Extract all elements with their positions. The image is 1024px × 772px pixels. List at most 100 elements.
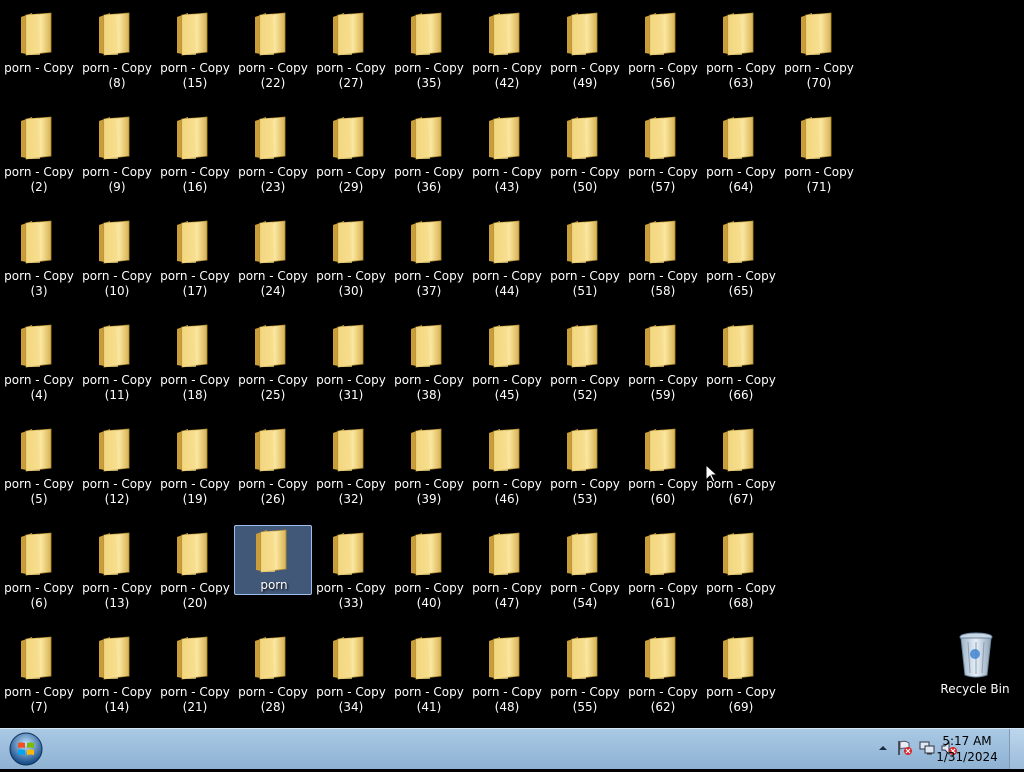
folder-icon — [177, 324, 208, 368]
folder-shortcut[interactable]: porn - Copy (35) — [390, 3, 468, 103]
folder-icon — [567, 636, 598, 680]
folder-label: porn - Copy (56) — [628, 61, 698, 90]
folder-shortcut[interactable]: porn - Copy (54) — [546, 523, 624, 623]
folder-shortcut[interactable]: porn - Copy (36) — [390, 107, 468, 207]
show-desktop-button[interactable] — [1009, 729, 1024, 769]
folder-shortcut[interactable]: porn - Copy (23) — [234, 107, 312, 207]
folder-shortcut[interactable]: porn - Copy (8) — [78, 3, 156, 103]
folder-shortcut[interactable]: porn - Copy (9) — [78, 107, 156, 207]
folder-shortcut[interactable]: porn - Copy (64) — [702, 107, 780, 207]
folder-shortcut[interactable]: porn - Copy (21) — [156, 627, 234, 727]
folder-shortcut[interactable]: porn - Copy (17) — [156, 211, 234, 311]
folder-shortcut[interactable]: porn - Copy (31) — [312, 315, 390, 415]
folder-shortcut[interactable]: porn - Copy (14) — [78, 627, 156, 727]
folder-icon — [21, 116, 52, 160]
folder-label: porn - Copy (33) — [316, 581, 386, 610]
folder-shortcut[interactable]: porn - Copy (43) — [468, 107, 546, 207]
folder-shortcut-selected[interactable]: porn — [234, 525, 312, 595]
folder-shortcut[interactable]: porn - Copy (34) — [312, 627, 390, 727]
mouse-cursor-icon — [706, 465, 718, 483]
folder-shortcut[interactable]: porn - Copy (66) — [702, 315, 780, 415]
folder-shortcut[interactable]: porn - Copy (58) — [624, 211, 702, 311]
folder-shortcut[interactable]: porn - Copy (32) — [312, 419, 390, 519]
folder-icon — [489, 532, 520, 576]
folder-shortcut[interactable]: porn - Copy (59) — [624, 315, 702, 415]
folder-shortcut[interactable]: porn - Copy (5) — [0, 419, 78, 519]
folder-label: porn - Copy (46) — [472, 477, 542, 506]
folder-shortcut[interactable]: porn - Copy (11) — [78, 315, 156, 415]
folder-shortcut[interactable]: porn - Copy (70) — [780, 3, 858, 103]
folder-shortcut[interactable]: porn - Copy (4) — [0, 315, 78, 415]
folder-shortcut[interactable]: porn - Copy (55) — [546, 627, 624, 727]
folder-shortcut[interactable]: porn - Copy (62) — [624, 627, 702, 727]
folder-shortcut[interactable]: porn - Copy (46) — [468, 419, 546, 519]
folder-icon — [723, 324, 754, 368]
action-center-flag-icon[interactable] — [896, 739, 914, 757]
folder-shortcut[interactable]: porn - Copy (19) — [156, 419, 234, 519]
folder-shortcut[interactable]: porn - Copy (28) — [234, 627, 312, 727]
folder-icon — [645, 324, 676, 368]
folder-shortcut[interactable]: porn - Copy (10) — [78, 211, 156, 311]
show-hidden-icons-arrow[interactable] — [874, 739, 892, 757]
folder-shortcut[interactable]: porn - Copy (27) — [312, 3, 390, 103]
folder-shortcut[interactable]: porn - Copy (50) — [546, 107, 624, 207]
taskbar-clock[interactable]: 5:17 AM 1/31/2024 — [932, 733, 1002, 765]
folder-shortcut[interactable]: porn - Copy (29) — [312, 107, 390, 207]
folder-shortcut[interactable]: porn - Copy (49) — [546, 3, 624, 103]
folder-shortcut[interactable]: porn - Copy (13) — [78, 523, 156, 623]
folder-shortcut[interactable]: porn - Copy (15) — [156, 3, 234, 103]
folder-label: porn - Copy (3) — [4, 269, 74, 298]
folder-shortcut[interactable]: porn - Copy (63) — [702, 3, 780, 103]
folder-shortcut[interactable]: porn - Copy — [0, 3, 78, 103]
folder-shortcut[interactable]: porn - Copy (3) — [0, 211, 78, 311]
folder-shortcut[interactable]: porn - Copy (48) — [468, 627, 546, 727]
folder-shortcut[interactable]: porn - Copy (57) — [624, 107, 702, 207]
folder-icon — [645, 12, 676, 56]
start-button[interactable] — [6, 730, 46, 768]
folder-shortcut[interactable]: porn - Copy (30) — [312, 211, 390, 311]
folder-shortcut[interactable]: porn - Copy (22) — [234, 3, 312, 103]
folder-label: porn - Copy (42) — [472, 61, 542, 90]
folder-shortcut[interactable]: porn - Copy (6) — [0, 523, 78, 623]
folder-shortcut[interactable]: porn - Copy (65) — [702, 211, 780, 311]
folder-shortcut[interactable]: porn - Copy (18) — [156, 315, 234, 415]
folder-shortcut[interactable]: porn - Copy (68) — [702, 523, 780, 623]
folder-shortcut[interactable]: porn - Copy (44) — [468, 211, 546, 311]
folder-shortcut[interactable]: porn - Copy (39) — [390, 419, 468, 519]
folder-label: porn - Copy (24) — [238, 269, 308, 298]
folder-shortcut[interactable]: porn - Copy (71) — [780, 107, 858, 207]
folder-shortcut[interactable]: porn - Copy (61) — [624, 523, 702, 623]
folder-shortcut[interactable]: porn - Copy (69) — [702, 627, 780, 727]
folder-shortcut[interactable]: porn - Copy (16) — [156, 107, 234, 207]
folder-shortcut[interactable]: porn - Copy (20) — [156, 523, 234, 623]
folder-shortcut[interactable]: porn - Copy (40) — [390, 523, 468, 623]
folder-shortcut[interactable]: porn - Copy (45) — [468, 315, 546, 415]
folder-icon — [21, 220, 52, 264]
folder-shortcut[interactable]: porn - Copy (37) — [390, 211, 468, 311]
folder-icon — [489, 324, 520, 368]
folder-shortcut[interactable]: porn - Copy (33) — [312, 523, 390, 623]
folder-shortcut[interactable]: porn - Copy (41) — [390, 627, 468, 727]
folder-icon — [333, 116, 364, 160]
folder-shortcut[interactable]: porn - Copy (60) — [624, 419, 702, 519]
recycle-bin-shortcut[interactable]: Recycle Bin — [936, 624, 1014, 704]
folder-shortcut[interactable]: porn - Copy (56) — [624, 3, 702, 103]
folder-label: porn - Copy (12) — [82, 477, 152, 506]
folder-shortcut[interactable]: porn - Copy (52) — [546, 315, 624, 415]
folder-label: porn - Copy (34) — [316, 685, 386, 714]
folder-shortcut[interactable]: porn - Copy (12) — [78, 419, 156, 519]
folder-label: porn - Copy (49) — [550, 61, 620, 90]
folder-shortcut[interactable]: porn - Copy (7) — [0, 627, 78, 727]
folder-shortcut[interactable]: porn - Copy (51) — [546, 211, 624, 311]
folder-icon — [177, 428, 208, 472]
folder-shortcut[interactable]: porn - Copy (2) — [0, 107, 78, 207]
folder-shortcut[interactable]: porn - Copy (53) — [546, 419, 624, 519]
folder-icon — [99, 428, 130, 472]
folder-shortcut[interactable]: porn - Copy (24) — [234, 211, 312, 311]
folder-shortcut[interactable]: porn - Copy (38) — [390, 315, 468, 415]
folder-shortcut[interactable]: porn - Copy (47) — [468, 523, 546, 623]
folder-shortcut[interactable]: porn - Copy (26) — [234, 419, 312, 519]
folder-shortcut[interactable]: porn - Copy (42) — [468, 3, 546, 103]
folder-icon — [801, 116, 832, 160]
folder-shortcut[interactable]: porn - Copy (25) — [234, 315, 312, 415]
